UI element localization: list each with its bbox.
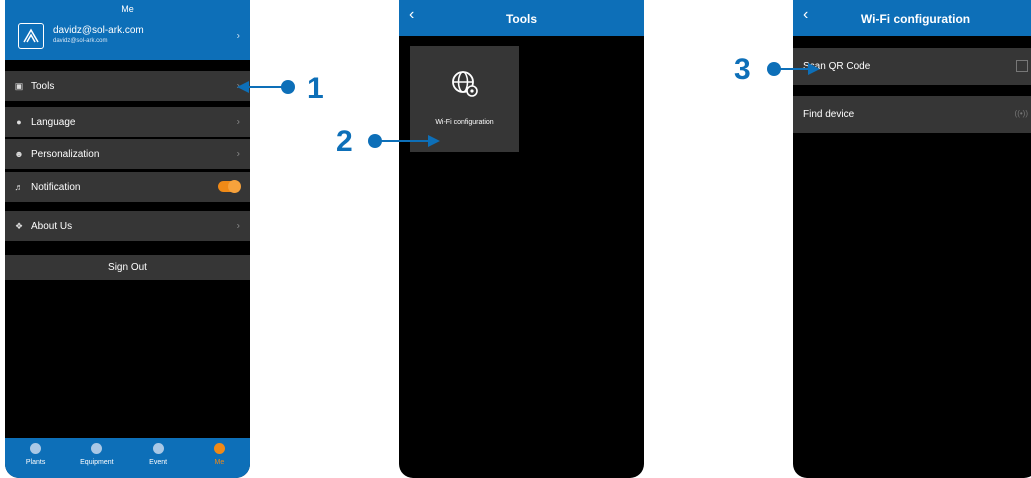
find-device-row[interactable]: Find device ((•)) bbox=[793, 96, 1031, 133]
menu-item-label: About Us bbox=[31, 220, 73, 232]
bottom-tab-bar: Plants Equipment Event Me bbox=[5, 438, 250, 478]
tab-label: Event bbox=[149, 459, 168, 466]
arrow-head-icon bbox=[808, 63, 820, 75]
menu-item-personalization[interactable]: ☻ Personalization › bbox=[5, 139, 250, 169]
event-icon bbox=[152, 443, 164, 454]
equipment-icon bbox=[91, 443, 103, 454]
tab-plants[interactable]: Plants bbox=[5, 438, 66, 478]
menu-item-label: Notification bbox=[31, 181, 81, 193]
chevron-right-icon: › bbox=[236, 220, 240, 232]
sign-out-label: Sign Out bbox=[108, 262, 147, 273]
tab-label: Equipment bbox=[80, 459, 114, 466]
profile-subtext: davidz@sol-ark.com bbox=[53, 38, 108, 44]
speaker-icon: ♬ bbox=[14, 182, 24, 192]
handshake-icon: ❖ bbox=[14, 220, 24, 231]
page-title: Wi-Fi configuration bbox=[860, 12, 971, 26]
person-icon: ☻ bbox=[14, 149, 24, 159]
globe-icon: ● bbox=[16, 117, 22, 127]
plants-icon bbox=[30, 443, 42, 454]
signal-icon: ((•)) bbox=[1014, 109, 1028, 118]
profile-email: davidz@sol-ark.com bbox=[53, 25, 144, 36]
menu-item-tools[interactable]: ▣ Tools › bbox=[5, 71, 250, 101]
me-header: Me davidz@sol-ark.com davidz@sol-ark.com… bbox=[5, 0, 250, 60]
menu-item-label: Personalization bbox=[31, 148, 100, 160]
globe-gear-icon bbox=[451, 70, 479, 103]
scan-qr-row[interactable]: Scan QR Code bbox=[793, 48, 1031, 85]
callout-number: 3 bbox=[734, 53, 751, 86]
notification-toggle[interactable] bbox=[218, 180, 241, 193]
callout-number: 1 bbox=[307, 72, 324, 105]
tab-event[interactable]: Event bbox=[128, 438, 189, 478]
qr-scan-icon bbox=[1016, 60, 1028, 72]
tools-screen: ‹ Tools Wi-Fi configuration bbox=[399, 0, 644, 478]
wifi-config-screen: ‹ Wi-Fi configuration Scan QR Code Find … bbox=[793, 0, 1031, 478]
tab-me[interactable]: Me bbox=[189, 438, 250, 478]
nav-bar: ‹ Wi-Fi configuration bbox=[793, 0, 1031, 36]
toolbox-icon: ▣ bbox=[14, 80, 24, 91]
arrow-dot-icon bbox=[281, 80, 295, 94]
sign-out-button[interactable]: Sign Out bbox=[5, 255, 250, 280]
chevron-right-icon: › bbox=[236, 116, 240, 128]
tab-equipment[interactable]: Equipment bbox=[66, 438, 127, 478]
callout-number: 2 bbox=[336, 125, 353, 158]
arrow-line bbox=[777, 68, 810, 70]
menu-item-language[interactable]: ● Language › bbox=[5, 107, 250, 137]
page-title: Tools bbox=[505, 12, 538, 26]
tile-label: Wi-Fi configuration bbox=[435, 119, 494, 126]
menu-item-label: Language bbox=[31, 116, 76, 128]
logo-icon bbox=[23, 28, 39, 43]
tab-label: Me bbox=[214, 459, 225, 466]
menu-item-notification: ♬ Notification bbox=[5, 172, 250, 202]
row-label: Find device bbox=[803, 109, 855, 120]
me-icon bbox=[213, 443, 225, 454]
avatar bbox=[18, 23, 44, 49]
me-screen: Me davidz@sol-ark.com davidz@sol-ark.com… bbox=[5, 0, 250, 478]
arrow-line bbox=[247, 86, 285, 88]
arrow-head-icon bbox=[428, 135, 440, 147]
tab-label: Plants bbox=[25, 459, 46, 466]
toggle-knob bbox=[228, 180, 241, 193]
chevron-right-icon: › bbox=[236, 30, 240, 42]
chevron-right-icon: › bbox=[236, 148, 240, 160]
profile-card[interactable]: davidz@sol-ark.com davidz@sol-ark.com › bbox=[5, 16, 250, 56]
nav-bar: ‹ Tools bbox=[399, 0, 644, 36]
page-title: Me bbox=[121, 4, 134, 14]
menu-item-about[interactable]: ❖ About Us › bbox=[5, 211, 250, 241]
menu-item-label: Tools bbox=[31, 80, 55, 92]
wifi-config-tile[interactable]: Wi-Fi configuration bbox=[410, 46, 519, 152]
arrow-line bbox=[378, 140, 430, 142]
